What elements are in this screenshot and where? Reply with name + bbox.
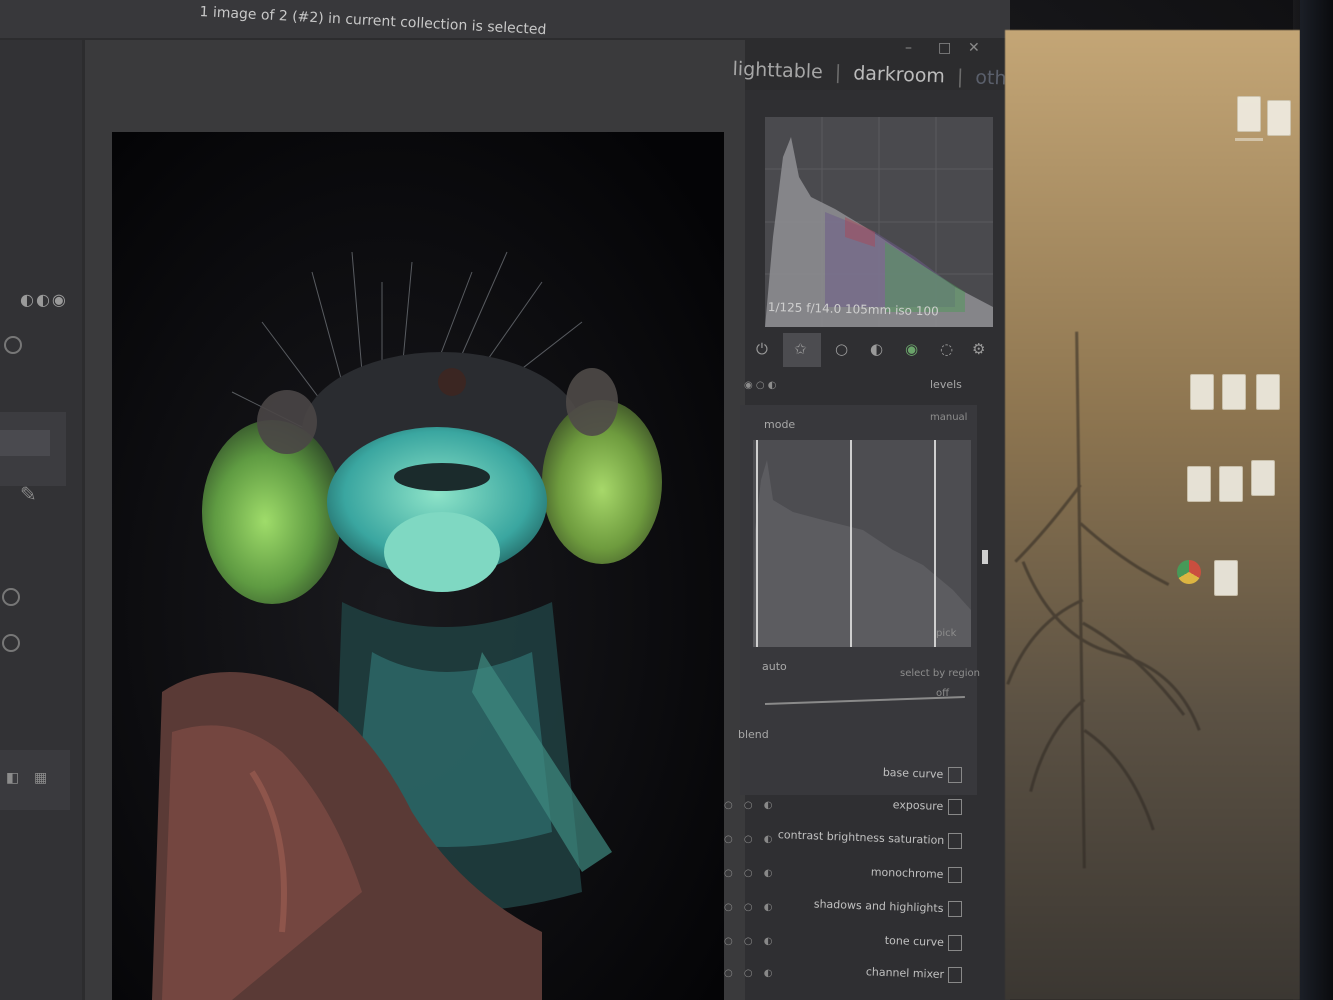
module-row[interactable]: ○ ○ ◐ tone curve: [720, 928, 970, 960]
desktop-file-icon[interactable]: [1222, 374, 1246, 410]
plant-shadow-image: [1006, 331, 1201, 869]
damselfly-photo: [112, 132, 724, 1000]
grid-icon[interactable]: ▦: [34, 770, 47, 786]
chrome-icon[interactable]: [1177, 560, 1201, 584]
module-row[interactable]: ○ ○ ◐ shadows and highlights: [720, 894, 970, 926]
toggle-icon[interactable]: [2, 634, 20, 652]
module-row[interactable]: ○ ○ ◐ channel mixer: [720, 960, 970, 992]
module-row-icons[interactable]: ○ ○ ◐: [724, 868, 777, 879]
reset-icon[interactable]: [948, 901, 962, 917]
histogram[interactable]: [765, 117, 993, 327]
module-enable-icons[interactable]: ◉ ○ ◐: [744, 380, 777, 391]
module-row[interactable]: ○ ○ ◐ exposure: [720, 792, 970, 824]
view-separator: |: [834, 61, 842, 84]
left-panel-icons[interactable]: ◐◐◉: [20, 290, 68, 309]
desktop-file-icon[interactable]: [1251, 460, 1275, 496]
desktop-file-icon[interactable]: [1256, 374, 1280, 410]
module-row-icons[interactable]: ○ ○ ◐: [724, 800, 777, 811]
contrast-icon[interactable]: ◐: [870, 340, 883, 358]
circle-icon[interactable]: ○: [835, 340, 848, 358]
power-icon[interactable]: ⏻: [756, 340, 768, 358]
left-panel-toolbar: ◧ ▦: [0, 750, 70, 810]
color-picker-icon[interactable]: ◧: [6, 770, 19, 786]
reset-icon[interactable]: [948, 967, 962, 983]
module-row-name: tone curve: [884, 933, 944, 949]
module-row-name: shadows and highlights: [813, 897, 944, 915]
module-row-icons[interactable]: ○ ○ ◐: [724, 902, 777, 913]
monitor-frame: [1300, 0, 1333, 1000]
mode-dropdown[interactable]: manual: [930, 412, 967, 423]
select-by-region-button[interactable]: select by region: [900, 668, 980, 679]
module-row[interactable]: ○ ○ ◐ contrast brightness saturation: [720, 826, 970, 858]
darktable-window: 1 image of 2 (#2) in current collection …: [0, 0, 1010, 1000]
star-icon[interactable]: ✩: [794, 340, 807, 358]
brush-icon[interactable]: ✎: [20, 482, 37, 506]
desktop-file-icon[interactable]: [1214, 560, 1238, 596]
desktop-file-label: [1235, 138, 1263, 141]
module-header-levels[interactable]: ◉ ○ ◐ levels: [740, 374, 990, 398]
desktop-background: [1005, 30, 1300, 1000]
blend-dropdown[interactable]: off: [936, 688, 949, 699]
module-row-name: monochrome: [870, 865, 944, 881]
desktop-file-icon[interactable]: [1267, 100, 1291, 136]
levels-histogram: [753, 440, 971, 647]
close-button[interactable]: ✕: [968, 40, 980, 56]
text-field[interactable]: [0, 430, 50, 456]
left-panel: ◐◐◉ ✎ ◧ ▦: [0, 40, 82, 1000]
blend-label: blend: [738, 728, 769, 741]
reset-icon[interactable]: [948, 935, 962, 951]
histogram-graph: [765, 117, 993, 327]
view-separator: |: [956, 65, 964, 89]
image-canvas[interactable]: [112, 132, 724, 1000]
module-row-icons[interactable]: ○ ○ ◐: [724, 968, 777, 979]
circle-alt-icon[interactable]: ◌: [940, 340, 953, 358]
module-row-name: channel mixer: [865, 965, 944, 981]
window-titlebar: 1 image of 2 (#2) in current collection …: [0, 0, 1010, 38]
module-title: levels: [930, 378, 962, 391]
desktop-file-icon[interactable]: [1190, 374, 1214, 410]
module-row-name: base curve: [883, 765, 944, 781]
view-switcher: lighttable | darkroom | other: [732, 58, 1010, 90]
reset-icon[interactable]: [948, 767, 962, 783]
toggle-icon[interactable]: [4, 336, 22, 354]
module-row-icons[interactable]: ○ ○ ◐: [724, 936, 777, 947]
desktop-file-icon[interactable]: [1219, 466, 1243, 502]
panel-resize-handle[interactable]: [982, 550, 988, 564]
reset-icon[interactable]: [948, 799, 962, 815]
minimize-button[interactable]: –: [905, 40, 912, 56]
desktop-file-icon[interactable]: [1237, 96, 1261, 132]
view-lighttable[interactable]: lighttable: [732, 58, 823, 83]
module-row-icons[interactable]: ○ ○ ◐: [724, 834, 777, 845]
desktop-file-icon[interactable]: [1187, 466, 1211, 502]
mode-label: mode: [764, 418, 796, 431]
reset-icon[interactable]: [948, 833, 962, 849]
reset-icon[interactable]: [948, 867, 962, 883]
module-row[interactable]: base curve: [720, 760, 970, 792]
module-row-name: contrast brightness saturation: [777, 828, 944, 847]
window-title: 1 image of 2 (#2) in current collection …: [199, 4, 547, 39]
left-panel-field: [0, 412, 66, 486]
color-icon[interactable]: ◉: [905, 340, 918, 358]
auto-button[interactable]: auto: [762, 660, 787, 673]
view-darkroom[interactable]: darkroom: [853, 62, 945, 87]
maximize-button[interactable]: □: [938, 40, 951, 56]
module-row[interactable]: ○ ○ ◐ monochrome: [720, 860, 970, 892]
levels-graph[interactable]: [753, 440, 971, 647]
pick-button[interactable]: pick: [936, 628, 956, 639]
toggle-icon[interactable]: [2, 588, 20, 606]
gear-icon[interactable]: ⚙: [972, 340, 985, 358]
module-row-name: exposure: [893, 798, 944, 813]
